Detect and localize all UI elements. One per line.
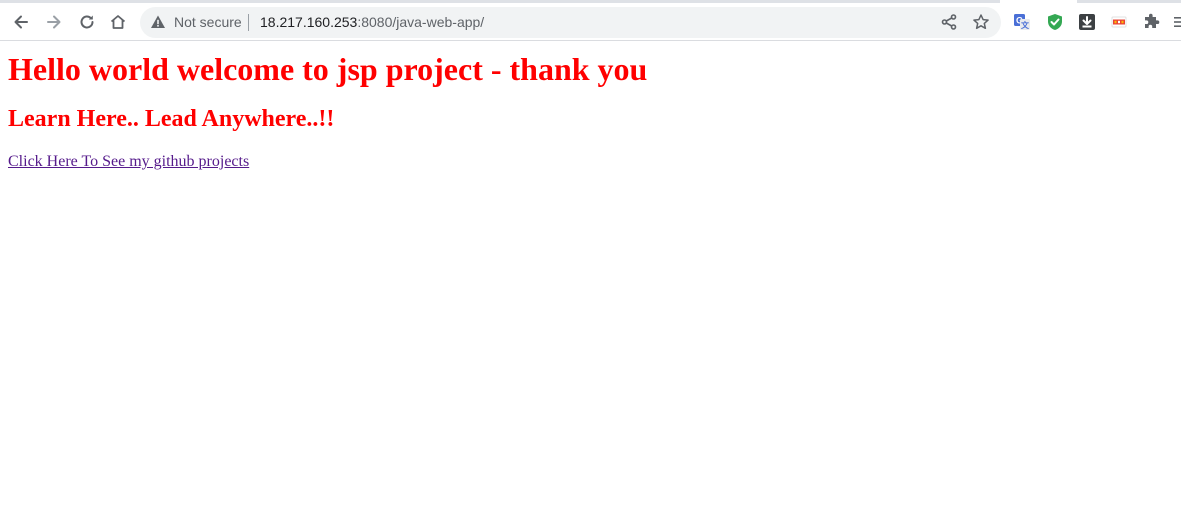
share-icon[interactable] bbox=[940, 13, 958, 31]
reload-icon bbox=[80, 15, 94, 29]
star-icon[interactable] bbox=[972, 13, 990, 31]
shield-extension[interactable] bbox=[1046, 13, 1064, 31]
reload-button[interactable] bbox=[73, 8, 101, 36]
translate-extension[interactable]: G 文 bbox=[1013, 13, 1031, 31]
page-subheading: Learn Here.. Lead Anywhere..!! bbox=[8, 106, 335, 132]
omnibox-divider bbox=[248, 14, 249, 31]
address-bar[interactable]: Not secure 18.217.160.253:8080/java-web-… bbox=[140, 7, 1001, 38]
translate-icon: G 文 bbox=[1014, 14, 1030, 30]
extension-badge-icon bbox=[1111, 16, 1127, 28]
forward-arrow-icon bbox=[47, 15, 61, 29]
browser-toolbar: Not secure 18.217.160.253:8080/java-web-… bbox=[0, 3, 1181, 41]
url-path: :8080/java-web-app/ bbox=[357, 14, 485, 30]
shield-check-icon bbox=[1048, 14, 1062, 30]
download-icon bbox=[1079, 14, 1095, 30]
warning-icon[interactable] bbox=[150, 14, 166, 30]
github-projects-link[interactable]: Click Here To See my github projects bbox=[8, 153, 249, 171]
menu-button[interactable] bbox=[1170, 13, 1181, 31]
home-icon bbox=[110, 15, 126, 29]
badge-extension[interactable] bbox=[1110, 13, 1128, 31]
home-button[interactable] bbox=[104, 8, 132, 36]
forward-button[interactable] bbox=[40, 8, 68, 36]
back-button[interactable] bbox=[7, 8, 35, 36]
back-arrow-icon bbox=[14, 15, 28, 29]
page-heading: Hello world welcome to jsp project - tha… bbox=[8, 51, 648, 87]
download-extension[interactable] bbox=[1078, 13, 1096, 31]
menu-icon bbox=[1174, 17, 1181, 27]
url-text[interactable]: 18.217.160.253:8080/java-web-app/ bbox=[260, 14, 484, 30]
url-host: 18.217.160.253 bbox=[260, 14, 358, 30]
puzzle-icon bbox=[1145, 13, 1160, 28]
extensions-button[interactable] bbox=[1142, 13, 1160, 31]
security-label[interactable]: Not secure bbox=[174, 14, 242, 30]
svg-text:文: 文 bbox=[1021, 20, 1030, 30]
